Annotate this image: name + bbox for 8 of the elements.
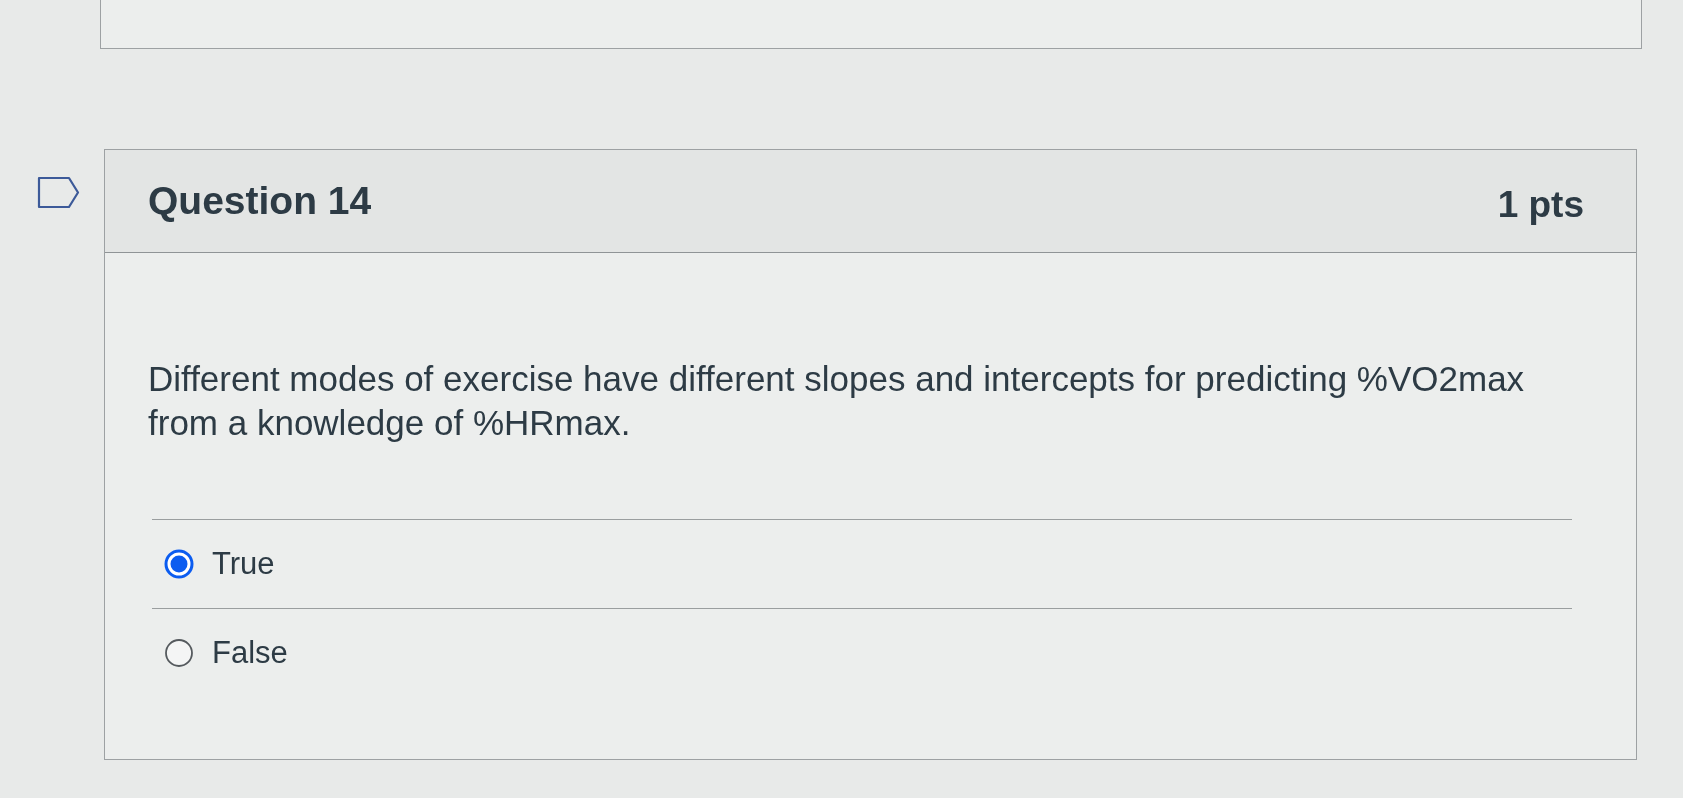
answer-label: False [212,635,288,671]
question-text: Different modes of exercise have different slopes and intercepts for predicting %VO2max from a knowledge of %HRmax. [148,358,1526,444]
answer-label: True [212,546,275,582]
question-title: Question 14 [148,179,372,223]
points-label: 1 pts [1497,184,1584,226]
flag-icon[interactable] [37,176,80,209]
radio-button[interactable] [164,549,194,579]
radio-button[interactable] [164,638,194,668]
